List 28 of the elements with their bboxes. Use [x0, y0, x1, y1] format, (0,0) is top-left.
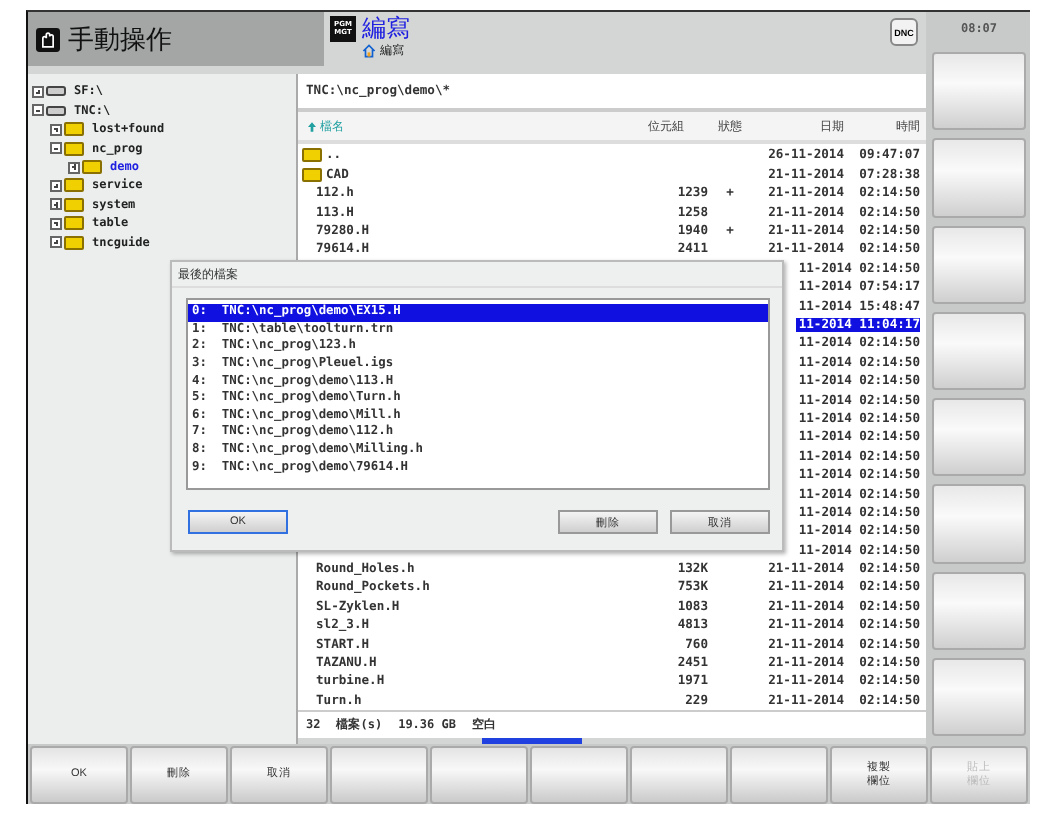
expand-icon[interactable]: [32, 85, 44, 98]
softkey[interactable]: [530, 746, 628, 804]
softkey[interactable]: [932, 225, 1026, 304]
softkey[interactable]: [932, 657, 1026, 736]
home-icon: [362, 44, 376, 58]
expand-icon[interactable]: [50, 123, 62, 136]
collapse-icon[interactable]: [32, 104, 44, 117]
collapse-icon[interactable]: [50, 142, 62, 155]
scroll-indicator: [482, 738, 582, 744]
hand-icon: [36, 27, 60, 51]
expand-icon[interactable]: [50, 217, 62, 230]
expand-icon[interactable]: [50, 198, 62, 211]
program-mode-title: 編寫: [362, 16, 410, 42]
mode-title: 手動操作: [68, 23, 172, 57]
softkey[interactable]: [932, 138, 1026, 217]
expand-icon[interactable]: [50, 236, 62, 249]
softkey[interactable]: [932, 398, 1026, 477]
softkey[interactable]: [932, 311, 1026, 390]
softkey[interactable]: [932, 571, 1026, 650]
softkey[interactable]: [730, 746, 828, 804]
softkey[interactable]: [330, 746, 428, 804]
sort-arrow-icon: [308, 121, 316, 132]
softkey[interactable]: [932, 52, 1026, 131]
expand-icon[interactable]: [68, 161, 80, 174]
softkey[interactable]: [630, 746, 728, 804]
softkey[interactable]: [430, 746, 528, 804]
softkey[interactable]: [932, 484, 1026, 563]
expand-icon[interactable]: [50, 179, 62, 192]
